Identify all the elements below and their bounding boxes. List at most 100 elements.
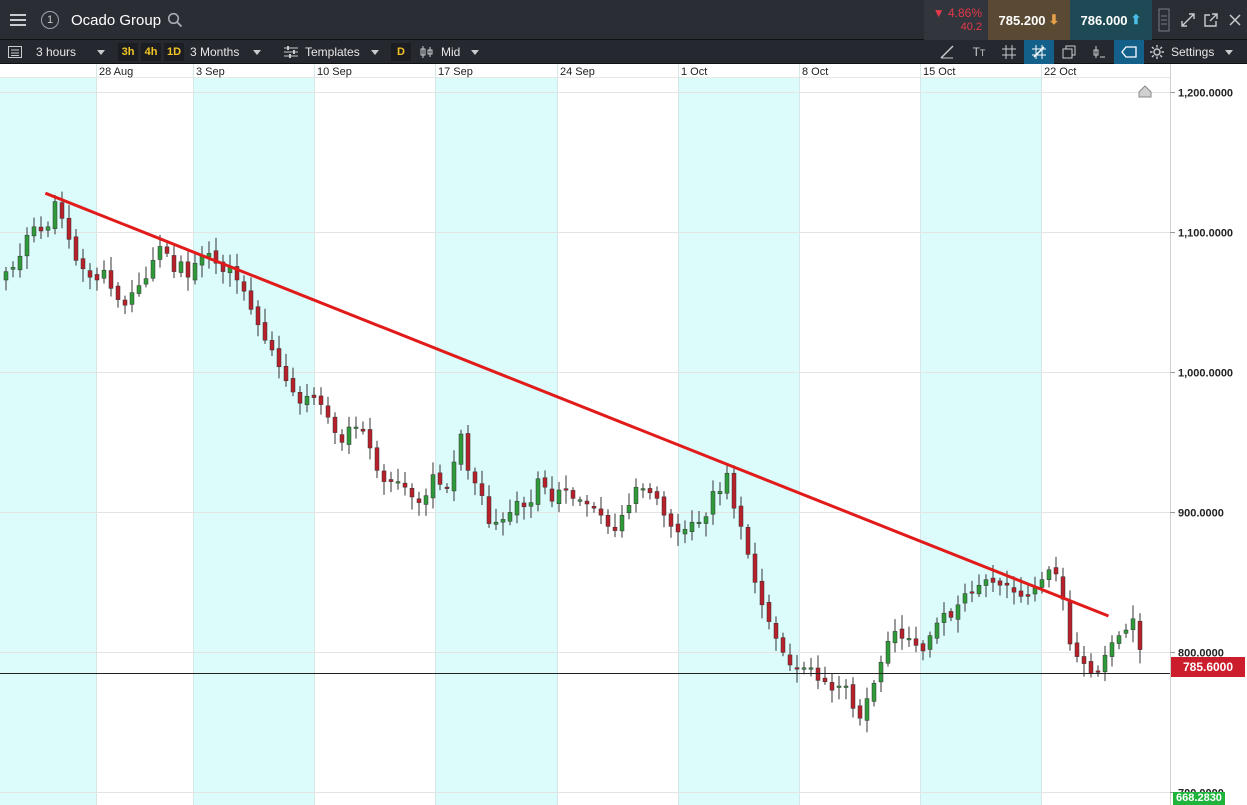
candle-body bbox=[444, 486, 450, 489]
draw-line-icon[interactable] bbox=[932, 40, 962, 64]
interval-dropdown[interactable]: 3 hours bbox=[36, 40, 116, 64]
candle-body bbox=[535, 478, 541, 505]
candle-body bbox=[612, 526, 618, 531]
instrument-search[interactable]: Ocado Group bbox=[64, 0, 924, 40]
candle-body bbox=[1018, 590, 1024, 597]
grid-icon[interactable] bbox=[994, 40, 1024, 64]
price-change: ▼ 4.86% 40.2 bbox=[924, 0, 988, 40]
candle-body bbox=[913, 638, 919, 646]
link-group-number: 1 bbox=[41, 11, 59, 29]
templates-dropdown[interactable]: Templates bbox=[284, 40, 380, 64]
d-button[interactable]: D bbox=[391, 43, 411, 61]
candle-body bbox=[997, 580, 1003, 586]
candle-body bbox=[395, 481, 401, 484]
candle-body bbox=[1025, 594, 1031, 597]
candle-body bbox=[297, 392, 303, 404]
chart-list-icon[interactable] bbox=[8, 40, 28, 64]
candle-body bbox=[808, 667, 814, 670]
candle-body bbox=[850, 684, 856, 709]
x-tick-label: 8 Oct bbox=[802, 66, 828, 78]
candle-body bbox=[556, 489, 562, 505]
candle-body bbox=[983, 579, 989, 586]
candle-body bbox=[451, 461, 457, 492]
candle-body bbox=[1102, 654, 1108, 673]
range-dropdown[interactable]: 3 Months bbox=[190, 40, 274, 64]
candle-body bbox=[262, 322, 268, 341]
candle-body bbox=[542, 477, 548, 488]
candle-body bbox=[3, 271, 9, 281]
tag-icon[interactable] bbox=[1114, 40, 1144, 64]
candle-body bbox=[66, 217, 72, 240]
buy-button[interactable]: 786.000 ⬆ bbox=[1070, 0, 1152, 40]
expand-icon[interactable] bbox=[1176, 0, 1200, 40]
y-tick-label: 1,100.0000 bbox=[1178, 228, 1233, 240]
candle-body bbox=[759, 580, 765, 606]
candle-body bbox=[381, 470, 387, 482]
candle-body bbox=[1116, 635, 1122, 644]
candle-body bbox=[605, 515, 611, 527]
popout-icon[interactable] bbox=[1200, 0, 1224, 40]
candles-icon bbox=[420, 46, 433, 58]
candle-body bbox=[934, 622, 940, 639]
candle-body bbox=[479, 483, 485, 496]
settings-label: Settings bbox=[1171, 45, 1215, 59]
candle-body bbox=[878, 661, 884, 683]
close-icon[interactable] bbox=[1223, 0, 1247, 40]
candle-body bbox=[80, 258, 86, 270]
candle-body bbox=[766, 602, 772, 622]
candle-body bbox=[801, 667, 807, 670]
search-icon[interactable] bbox=[167, 12, 183, 28]
candle-body bbox=[794, 667, 800, 670]
candle-body bbox=[920, 643, 926, 652]
scroll-handle-icon[interactable] bbox=[1152, 0, 1176, 40]
candle-body bbox=[1109, 642, 1115, 657]
interval-1d-button[interactable]: 1D bbox=[164, 43, 184, 61]
indicator-icon[interactable] bbox=[1084, 40, 1114, 64]
candle-body bbox=[927, 635, 933, 650]
candle-body bbox=[1067, 601, 1073, 645]
candle-body bbox=[521, 502, 527, 508]
candle-body bbox=[178, 261, 184, 273]
price-type-dropdown[interactable]: Mid bbox=[420, 40, 484, 64]
candle-body bbox=[598, 508, 604, 516]
crosshair-icon[interactable] bbox=[1024, 40, 1054, 64]
candle-body bbox=[388, 479, 394, 482]
x-tick-label: 10 Sep bbox=[317, 66, 352, 78]
candle-body bbox=[59, 202, 65, 219]
price-chart[interactable]: 28 Aug 3 Sep 10 Sep 17 Sep 24 Sep 1 Oct 8 Oct 1… bbox=[0, 64, 1247, 805]
templates-label: Templates bbox=[305, 45, 360, 59]
candle-body bbox=[269, 340, 275, 351]
last-price-label: 785.6000 bbox=[1171, 657, 1245, 677]
candle-body bbox=[472, 471, 478, 484]
candle-body bbox=[31, 226, 37, 237]
link-group-button[interactable]: 1 bbox=[36, 0, 64, 40]
interval-3h-button[interactable]: 3h bbox=[118, 43, 138, 61]
candle-body bbox=[1137, 620, 1143, 650]
candle-body bbox=[143, 278, 149, 285]
candle-body bbox=[619, 514, 625, 532]
weekend-band bbox=[193, 78, 314, 805]
candle-body bbox=[290, 378, 296, 393]
interval-4h-button[interactable]: 4h bbox=[141, 43, 161, 61]
candle-body bbox=[311, 394, 317, 398]
sell-button[interactable]: 785.200 ⬇ bbox=[988, 0, 1070, 40]
candle-body bbox=[1095, 670, 1101, 673]
candle-body bbox=[843, 685, 849, 688]
candle-body bbox=[374, 447, 380, 471]
candle-body bbox=[822, 677, 828, 683]
candle-body bbox=[101, 269, 107, 279]
candle-body bbox=[962, 593, 968, 604]
candle-body bbox=[255, 306, 261, 326]
candle-body bbox=[990, 577, 996, 583]
candle-body bbox=[738, 505, 744, 527]
templates-icon bbox=[284, 46, 298, 58]
candle-body bbox=[192, 262, 198, 281]
candle-body bbox=[402, 482, 408, 488]
hamburger-menu-icon[interactable] bbox=[0, 0, 36, 40]
text-tool-icon[interactable]: TT bbox=[964, 40, 994, 64]
candle-body bbox=[640, 488, 646, 491]
layers-icon[interactable] bbox=[1054, 40, 1084, 64]
candle-body bbox=[941, 612, 947, 623]
candle-body bbox=[787, 654, 793, 666]
settings-button[interactable]: Settings bbox=[1150, 40, 1242, 64]
